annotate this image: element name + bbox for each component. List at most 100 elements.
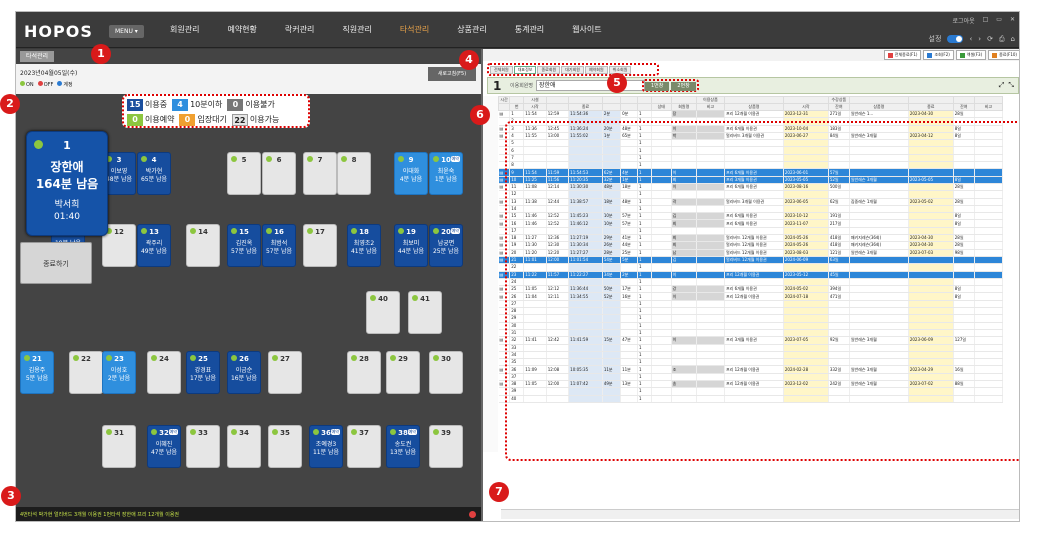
table-row[interactable]: ▤ 36 11:09 12:08 10:05:35 11분 11분 1 조 프리 12개월 이용권… [498, 365, 1003, 374]
member-name-field[interactable]: 장한애 [536, 80, 611, 91]
seat-41[interactable]: 41 [408, 291, 442, 334]
tab-2[interactable]: 종료회원 [537, 66, 561, 74]
tab-seat-management[interactable]: 타석관리 [20, 51, 55, 62]
close-icon[interactable] [469, 511, 476, 518]
table-row[interactable]: 71 [498, 154, 1003, 163]
table-row[interactable]: ▤ 16 11:46 12:52 11:46:12 10분 57분 1 최 프리 6개월 이용권 2… [498, 219, 1003, 228]
seat-5[interactable]: 5 [227, 152, 261, 195]
window-control[interactable]: ✕ [1010, 16, 1015, 25]
nav-item[interactable]: 타석관리 [386, 12, 443, 48]
seat-16[interactable]: 16 최범석 57분 남음 [262, 224, 296, 267]
table-row[interactable]: ▤ 19 11:30 12:30 11:30:34 26분 44분 1 최 얼리버드 12개월 이… [498, 241, 1003, 250]
table-row[interactable]: ▤ 10 11:25 11:56 11:20:35 32분 1분 1 최 프리 3개월 이용권 20… [498, 176, 1003, 184]
toolbar-button[interactable]: 엑셀(F3) [955, 50, 987, 60]
table-row[interactable]: 81 [498, 161, 1003, 170]
seat-14[interactable]: 14 [186, 224, 220, 267]
nav-item[interactable]: 직원관리 [328, 12, 385, 48]
toolbar-button[interactable]: 조회(F2) [923, 50, 954, 60]
table-row[interactable]: 21 [498, 117, 1003, 126]
table-row[interactable]: ▤ 25 11:05 12:12 11:36:44 50분 17분 1 강 프리 6개월 이용권 2… [498, 285, 1003, 294]
seat-40[interactable]: 40 [366, 291, 400, 334]
table-row[interactable]: 37 1 [498, 373, 1003, 382]
seat-34[interactable]: 34 [227, 425, 261, 468]
collapse-icon[interactable]: ⤡ [1008, 81, 1014, 90]
table-row[interactable]: 31 1 [498, 329, 1003, 338]
seat-39[interactable]: 39 [429, 425, 463, 468]
table-row[interactable]: ▤ 32 11:41 12:42 11:41:59 15분 47분 1 이 프리 3개월 이용권 2… [498, 336, 1003, 345]
seat-8[interactable]: 8 [337, 152, 371, 195]
table-row[interactable]: ▤ 38 11:05 12:00 11:07:42 49분 13분 1 송 프리 12개월 이용권… [498, 380, 1003, 389]
table-row[interactable]: 33 1 [498, 344, 1003, 352]
seat-37[interactable]: 37 [347, 425, 381, 468]
tab-3[interactable]: 대기회원 [561, 66, 584, 74]
table-row[interactable]: 22 1 [498, 263, 1003, 272]
table-row[interactable]: ▤ 11 11:08 12:14 11:30:30 48분 18분 1 이 프리 6개월 이용권 2… [498, 183, 1003, 192]
table-row[interactable]: 39 1 [498, 387, 1003, 396]
tab-1[interactable]: 대표정보 [513, 66, 537, 74]
seat-15[interactable]: 15 김진옥 57분 남음 [227, 224, 261, 267]
seat-17[interactable]: 17 [303, 224, 337, 267]
seat-27[interactable]: 27 [268, 351, 302, 394]
tab-0[interactable]: 전체회원 [490, 66, 513, 74]
window-control[interactable]: 로그아웃 [953, 16, 975, 25]
seat-7[interactable]: 7 [303, 152, 337, 195]
table-row[interactable]: 14 1 [498, 205, 1003, 214]
seat-4[interactable]: 4 박가현 65분 남음 [137, 152, 171, 195]
seat-9[interactable]: 9 이대화 4분 남음 [394, 152, 428, 195]
seat-24[interactable]: 24 [147, 351, 181, 394]
window-control[interactable]: □ [983, 16, 989, 25]
table-row[interactable]: 12 1 [498, 190, 1003, 199]
home-icon[interactable]: ⌂ [1011, 35, 1015, 43]
prev-icon[interactable]: ‹ [969, 35, 972, 43]
table-row[interactable]: ▤ 18 11:27 12:36 11:27:19 29분 41분 1 최 얼리버드 12개월 이… [498, 234, 1003, 243]
table-row[interactable]: ▤ 23 11:22 11:57 11:22:27 34분 2분 1 이 프리 12개월 이용권 2… [498, 271, 1003, 279]
table-row[interactable]: ▤ 9 11:54 11:59 11:54:53 62분 4분 1 이 프리 6개월 이용권 202… [498, 168, 1003, 177]
table-row[interactable]: 61 [498, 146, 1003, 155]
next-icon[interactable]: › [978, 35, 981, 43]
nav-item[interactable]: 회원관리 [156, 12, 213, 48]
nav-item[interactable]: 통계관리 [501, 12, 558, 48]
seat-card-1[interactable]: 1 장한애 164분 남음 박서희 01:40 [26, 131, 108, 236]
seat-25[interactable]: 25 강경표 17분 남음 [186, 351, 220, 394]
table-row[interactable]: ▤ 20 11:20 12:20 11:27:27 28분 25분 1 남 얼리버드 12개월 이… [498, 249, 1003, 257]
table-row[interactable]: 17 1 [498, 227, 1003, 236]
table-row[interactable]: ▤ 21 11:01 12:00 11:01:54 54분 5분 1 김 얼리버드 12개월 이용… [498, 256, 1003, 265]
seat-22[interactable]: 22 [69, 351, 103, 394]
seat-31[interactable]: 31 [102, 425, 136, 468]
window-2-button[interactable]: 2번창 [671, 82, 696, 91]
settings-toggle[interactable] [947, 35, 964, 43]
toolbar-button[interactable]: 종료(F10) [988, 50, 1019, 60]
seat-18[interactable]: 18 최영조2 41분 남음 [347, 224, 381, 267]
seat-35[interactable]: 35 [268, 425, 302, 468]
menu-button[interactable]: MENU ▾ [109, 25, 144, 38]
table-row[interactable]: ▤ 1 11:54 12:59 11:54:36 2분 0분 1 장 프리 12개월 이용권 202… [498, 110, 1003, 119]
window-control[interactable]: ▭ [996, 16, 1002, 25]
window-1-button[interactable]: 1번창 [645, 82, 670, 91]
table-row[interactable]: ▤ 26 11:04 12:11 11:34:55 52분 16분 1 이 프리 12개월 이용권… [498, 292, 1003, 301]
seat-33[interactable]: 33 [186, 425, 220, 468]
seat-29[interactable]: 29 [386, 351, 420, 394]
table-row[interactable]: 24 1 [498, 278, 1003, 287]
nav-item[interactable]: 락커관리 [271, 12, 328, 48]
seat-36[interactable]: 36 예약 조예경3 11분 남음 [309, 425, 343, 468]
seat-6[interactable]: 6 [262, 152, 296, 195]
table-row[interactable]: ▤ 4 11:55 13:00 11:55:02 1분 65분 1 박 얼리버드 3개월 이용권 2… [498, 132, 1003, 141]
table-row[interactable]: ▤ 3 11:36 12:45 11:36:24 20분 48분 1 이 프리 6개월 이용권 20… [498, 125, 1003, 133]
refresh-icon[interactable]: ⟳ [987, 35, 993, 43]
horizontal-scrollbar[interactable] [501, 509, 1019, 519]
seat-10[interactable]: 10 예약 최윤숙 1분 남음 [429, 152, 463, 195]
table-row[interactable]: 27 1 [498, 300, 1003, 309]
seat-32[interactable]: 32 예약 이혜진 47분 남음 [147, 425, 181, 468]
toolbar-button[interactable]: 전체종료(F1) [883, 50, 922, 60]
table-row[interactable]: ▤ 15 11:46 12:52 11:45:23 10분 57분 1 김 프리 6개월 이용권 2… [498, 212, 1003, 221]
seat-28[interactable]: 28 [347, 351, 381, 394]
table-row[interactable]: 34 1 [498, 351, 1003, 360]
nav-item[interactable]: 웹사이트 [558, 12, 615, 48]
table-row[interactable]: 40 1 [498, 395, 1003, 403]
hopos-logo[interactable]: HOPOS [24, 22, 93, 41]
seat-13[interactable]: 13 곽주리 49분 남음 [137, 224, 171, 267]
seat-20[interactable]: 20 예약 남궁면 25분 남음 [429, 224, 463, 267]
end-button[interactable]: 종료하기 [20, 242, 92, 284]
nav-item[interactable]: 예약현황 [213, 12, 270, 48]
nav-item[interactable]: 상품관리 [443, 12, 500, 48]
